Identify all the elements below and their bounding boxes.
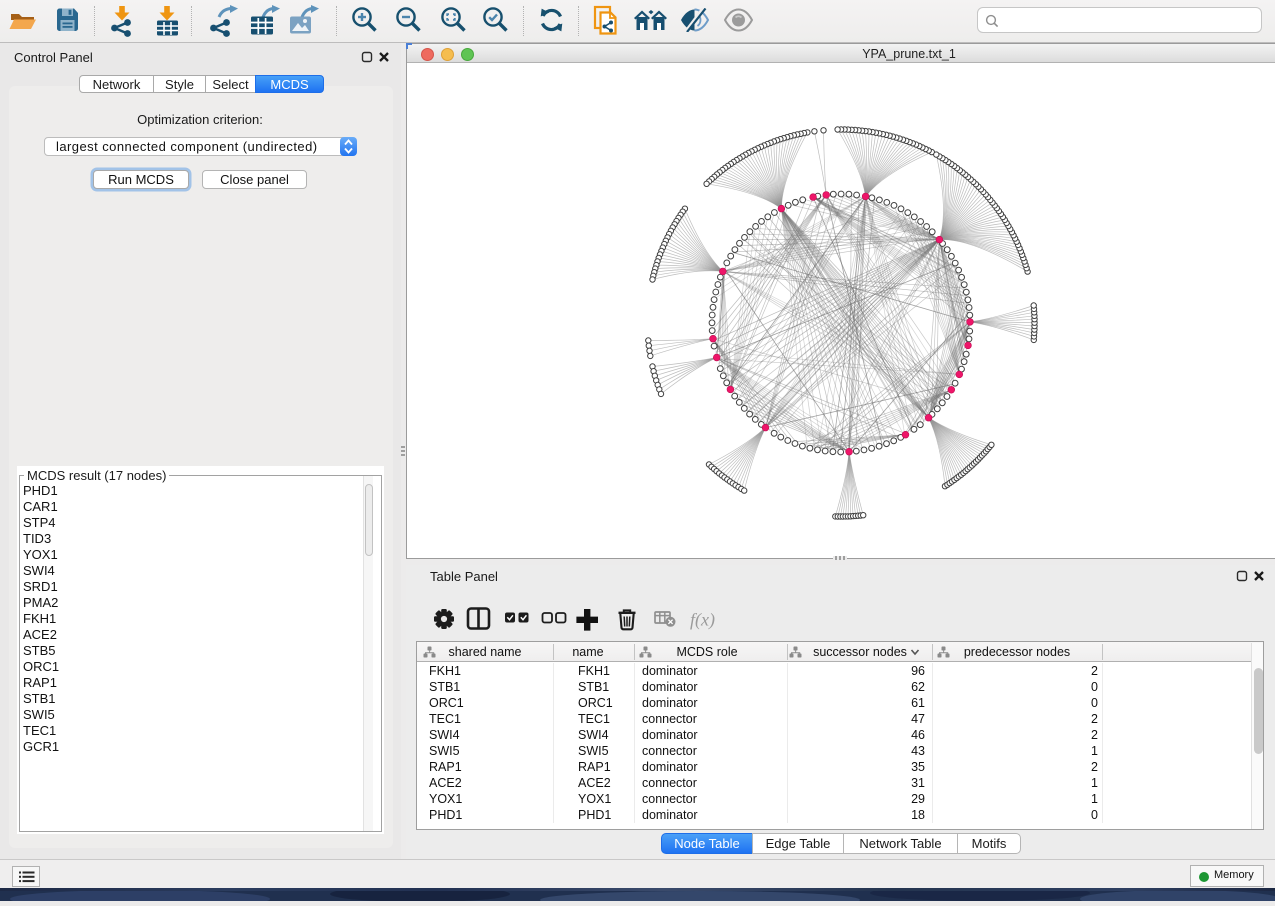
svg-text:f(x): f(x) bbox=[690, 610, 715, 631]
